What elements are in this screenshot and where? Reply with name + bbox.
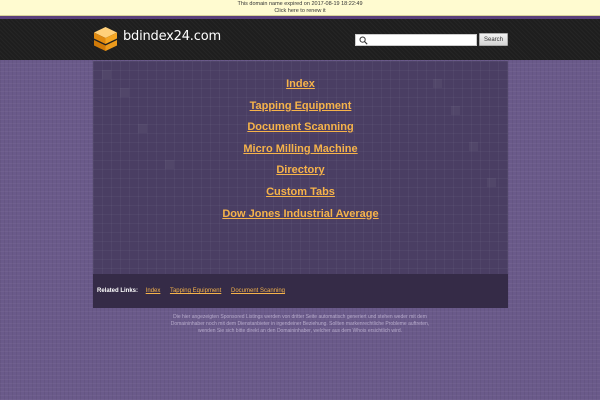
renew-link[interactable]: Click here to renew it	[0, 8, 600, 15]
sponsored-links-panel: Index Tapping Equipment Document Scannin…	[93, 61, 508, 274]
related-link-tapping-equipment[interactable]: Tapping Equipment	[170, 288, 221, 294]
search-box	[355, 34, 477, 46]
related-link-index[interactable]: Index	[146, 288, 161, 294]
search-button[interactable]: Search	[479, 33, 508, 46]
search-icon	[359, 36, 368, 45]
related-links-title: Related Links:	[97, 288, 139, 294]
link-directory[interactable]: Directory	[93, 163, 508, 185]
disclaimer-line: Domaininhaber noch mit dem Dienstanbiete…	[170, 321, 430, 327]
related-links-bar: Related Links: Index Tapping Equipment D…	[93, 274, 508, 308]
sponsored-link-list: Index Tapping Equipment Document Scannin…	[93, 77, 508, 228]
link-tapping-equipment[interactable]: Tapping Equipment	[93, 99, 508, 121]
link-micro-milling-machine[interactable]: Micro Milling Machine	[93, 142, 508, 164]
orange-stacked-box-icon	[94, 27, 117, 51]
domain-expired-notice: This domain name expired on 2017-08-19 1…	[0, 0, 600, 16]
link-custom-tabs[interactable]: Custom Tabs	[93, 185, 508, 207]
site-header: bdindex24.com Search	[0, 19, 600, 60]
link-dow-jones-industrial-average[interactable]: Dow Jones Industrial Average	[93, 207, 508, 229]
search-input[interactable]	[369, 35, 475, 45]
disclaimer-line: Die hier angezeigten Sponsored Listings …	[173, 314, 427, 320]
link-document-scanning[interactable]: Document Scanning	[93, 120, 508, 142]
disclaimer-line: wenden Sie sich bitte direkt an den Doma…	[198, 328, 402, 334]
expired-notice-text: This domain name expired on 2017-08-19 1…	[237, 1, 363, 7]
link-index[interactable]: Index	[93, 77, 508, 99]
related-link-document-scanning[interactable]: Document Scanning	[231, 288, 285, 294]
site-logo-text[interactable]: bdindex24.com	[123, 29, 221, 44]
disclaimer-text: Die hier angezeigten Sponsored Listings …	[120, 314, 480, 335]
